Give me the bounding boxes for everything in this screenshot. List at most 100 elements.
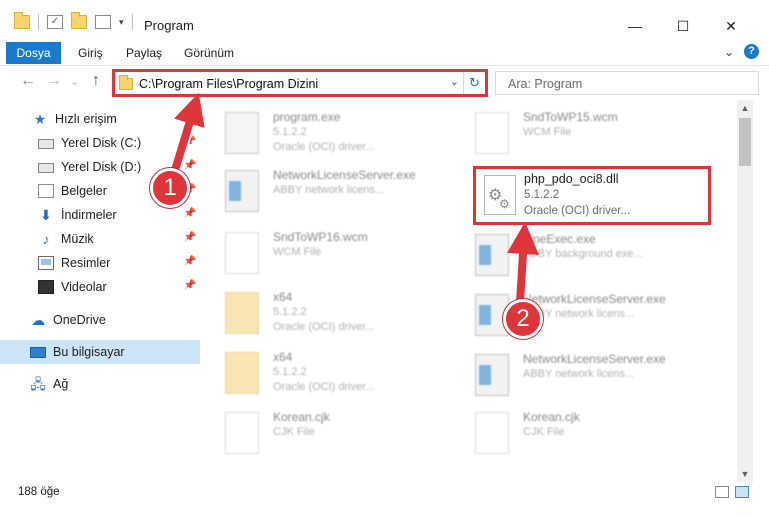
sidebar-item-music[interactable]: ♪ Müzik 📌 <box>0 227 200 251</box>
sidebar-item-local-disk-c[interactable]: Yerel Disk (C:) 📌 <box>0 131 200 155</box>
file-item[interactable]: SndToWP15.wcm WCM File <box>455 104 705 160</box>
window-icon <box>225 170 259 212</box>
file-list: program.exe 5.1.2.2 Oracle (OCI) driver.… <box>205 100 735 482</box>
file-description: Oracle (OCI) driver... <box>524 205 631 217</box>
forward-arrow-icon[interactable]: → <box>46 72 62 90</box>
star-icon: ★ <box>33 111 47 127</box>
folder-icon[interactable] <box>14 12 30 29</box>
toolbar-divider <box>38 14 39 30</box>
pin-icon[interactable]: 📌 <box>184 232 196 243</box>
new-folder-icon[interactable] <box>71 12 87 29</box>
file-item[interactable]: NetworkLicenseServer.exe ABBY network li… <box>455 346 705 402</box>
step-badge-2: 2 <box>503 299 543 339</box>
file-item[interactable]: NetworkLicenseServer.exe ABBY network li… <box>455 286 705 342</box>
pin-icon[interactable]: 📌 <box>184 256 196 267</box>
sidebar-item-label: Yerel Disk (C:) <box>61 136 142 150</box>
file-name: NetworkLicenseServer.exe <box>273 168 416 182</box>
item-count: 188 öğe <box>18 486 60 498</box>
properties-check-icon[interactable]: ✓ <box>47 15 63 29</box>
file-type: WCM File <box>273 246 322 258</box>
file-item[interactable]: program.exe 5.1.2.2 Oracle (OCI) driver.… <box>205 104 455 160</box>
tab-file[interactable]: Dosya <box>6 42 61 64</box>
window-icon <box>475 354 509 396</box>
file-name: SndToWP16.wcm <box>273 230 368 244</box>
tiles-view-icon[interactable] <box>735 486 749 498</box>
sidebar-item-label: Resimler <box>61 256 111 270</box>
file-description: Oracle (OCI) driver... <box>273 321 375 333</box>
file-name: NetworkLicenseServer.exe <box>523 352 666 366</box>
sidebar-item-onedrive[interactable]: ☁ OneDrive <box>0 308 200 332</box>
maximize-button[interactable]: ☐ <box>660 12 706 40</box>
sidebar-item-videos[interactable]: Videolar 📌 <box>0 275 200 299</box>
folder-icon <box>225 352 259 394</box>
pin-icon[interactable]: 📌 <box>184 280 196 291</box>
sidebar-item-quick-access[interactable]: ★ Hızlı erişim <box>0 107 200 131</box>
step-badge-1: 1 <box>150 168 190 208</box>
vertical-scrollbar[interactable]: ▲ ▼ <box>737 100 753 482</box>
pin-icon[interactable]: 📌 <box>184 136 196 147</box>
music-icon: ♪ <box>42 231 50 247</box>
view-toggle <box>715 486 749 498</box>
address-path[interactable]: C:\Program Files\Program Dizini <box>139 77 318 91</box>
toolbar-divider <box>131 14 133 30</box>
file-item[interactable]: SndToWP16.wcm WCM File <box>205 224 455 280</box>
pin-icon[interactable]: 📌 <box>184 208 196 219</box>
file-type: WCM File <box>523 126 572 138</box>
tab-view[interactable]: Görünüm <box>184 42 234 64</box>
ribbon-collapse-icon[interactable]: ⌄ <box>724 45 734 59</box>
file-description: ABBY network licens... <box>523 368 635 380</box>
scroll-up-icon[interactable]: ▲ <box>737 100 753 116</box>
navigation-pane: ★ Hızlı erişim Yerel Disk (C:) 📌 Yerel D… <box>0 100 200 482</box>
file-item[interactable]: x64 5.1.2.2 Oracle (OCI) driver... <box>205 344 455 400</box>
address-dropdown-icon[interactable]: ⌄ <box>450 75 459 88</box>
sidebar-item-this-pc[interactable]: Bu bilgisayar <box>0 340 200 364</box>
sidebar-item-label: Müzik <box>61 232 94 246</box>
up-arrow-icon[interactable]: ↑ <box>92 72 100 90</box>
tab-share[interactable]: Paylaş <box>126 42 162 64</box>
file-item[interactable]: x64 5.1.2.2 Oracle (OCI) driver... <box>205 284 455 340</box>
disk-icon <box>38 163 54 173</box>
network-icon: 🖧 <box>30 376 46 392</box>
pin-icon[interactable]: 📌 <box>184 160 196 171</box>
chevron-down-icon[interactable]: ▾ <box>119 17 124 28</box>
highlighted-file-item[interactable]: ⚙ ⚙ php_pdo_oci8.dll 5.1.2.2 Oracle (OCI… <box>473 166 711 225</box>
close-button[interactable]: ✕ <box>708 12 754 40</box>
details-view-icon[interactable] <box>715 486 729 498</box>
customize-toolbar-icon[interactable] <box>95 15 111 29</box>
recent-locations-icon[interactable]: ⌄ <box>70 75 79 88</box>
sidebar-item-label: Yerel Disk (D:) <box>61 160 142 174</box>
dll-gear-icon: ⚙ ⚙ <box>484 175 516 215</box>
tab-home[interactable]: Giriş <box>78 42 103 64</box>
file-version: 5.1.2.2 <box>273 306 307 318</box>
file-name: x64 <box>273 350 293 364</box>
file-name: SndToWP15.wcm <box>523 110 618 124</box>
sidebar-item-pictures[interactable]: Resimler 📌 <box>0 251 200 275</box>
folder-icon <box>225 292 259 334</box>
computer-icon <box>30 346 46 358</box>
disk-icon <box>38 139 54 149</box>
search-box[interactable]: Ara: Program <box>495 71 759 95</box>
file-item[interactable]: Korean.cjk CJK File <box>205 404 455 460</box>
scroll-down-icon[interactable]: ▼ <box>737 466 753 482</box>
sidebar-item-label: Hızlı erişim <box>55 112 117 126</box>
minimize-button[interactable]: — <box>612 12 658 40</box>
back-arrow-icon[interactable]: ← <box>20 72 36 90</box>
gear-icon: ⚙ <box>499 197 510 211</box>
file-name: php_pdo_oci8.dll <box>524 172 619 186</box>
file-name: FineExec.exe <box>523 232 596 246</box>
file-name: x64 <box>273 290 293 304</box>
file-description: Oracle (OCI) driver... <box>273 141 375 153</box>
help-icon[interactable]: ? <box>744 44 759 59</box>
file-item[interactable]: FineExec.exe ABBY background exe... <box>455 226 705 282</box>
scrollbar-thumb[interactable] <box>739 118 751 166</box>
pictures-icon <box>38 256 54 270</box>
ribbon-tabs: Dosya Giriş Paylaş Görünüm ⌄ ? <box>0 40 769 66</box>
download-icon: ⬇ <box>40 207 52 223</box>
file-version: 5.1.2.2 <box>273 366 307 378</box>
file-item[interactable]: NetworkLicenseServer.exe ABBY network li… <box>205 162 455 218</box>
refresh-icon[interactable]: ↻ <box>463 72 485 94</box>
exe-icon <box>225 112 259 154</box>
sidebar-item-network[interactable]: 🖧 Ağ <box>0 372 200 396</box>
file-item[interactable]: Korean.cjk CJK File <box>455 404 705 460</box>
address-bar[interactable]: C:\Program Files\Program Dizini ⌄ ↻ <box>112 69 488 97</box>
